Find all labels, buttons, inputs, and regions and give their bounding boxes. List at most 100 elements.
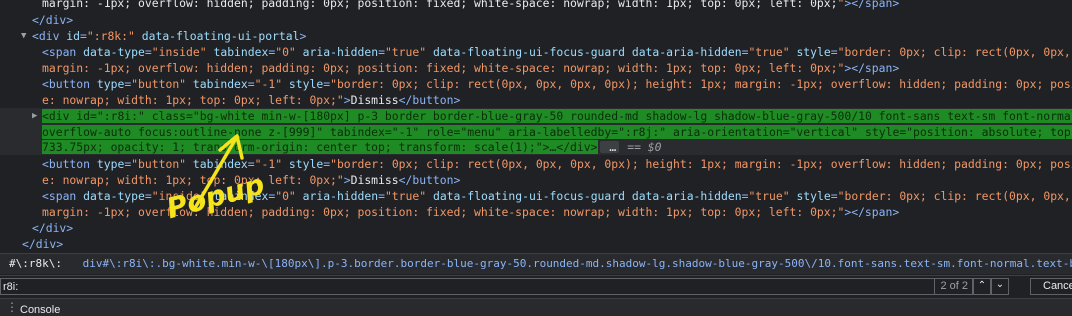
dom-line[interactable]: margin: -1px; overflow: hidden; padding:… (0, 0, 1072, 11)
dom-line-text: <div id=":r8k:" data-floating-ui-portal> (32, 29, 306, 43)
code-token: ":r8k:" (86, 29, 135, 43)
code-token: "0" (275, 189, 296, 203)
code-token: "true" (384, 45, 427, 59)
code-token: "true" (384, 189, 427, 203)
dom-line[interactable]: </div> (0, 220, 1072, 236)
chevron-down-icon: ⌄ (995, 279, 1005, 290)
dom-line-text: <button type="button" tabindex="-1" styl… (42, 77, 1072, 91)
code-token: tabindex (206, 189, 269, 203)
code-token: = (80, 29, 87, 43)
code-token: = (378, 45, 385, 59)
code-token: = (830, 189, 838, 203)
code-token: ":r8i:" (96, 109, 145, 123)
code-token: 733.75px; opacity: 1; transform-origin: … (42, 140, 543, 154)
dom-line[interactable]: e: nowrap; width: 1px; top: 0px; left: 0… (0, 92, 1072, 108)
dom-line[interactable]: e: nowrap; width: 1px; top: 0px; left: 0… (0, 172, 1072, 188)
code-token: = (144, 45, 152, 59)
breadcrumb-item-selected-div[interactable]: div#\:r8i\:.bg-white.min-w-\[180px\].p-3… (83, 257, 1072, 270)
dom-line[interactable]: </div> (0, 236, 1072, 252)
code-token: = (384, 125, 392, 139)
code-token: e: nowrap; width: 1px; top: 0px; left: 0… (42, 93, 344, 107)
code-token: style (282, 157, 324, 171)
search-prev-button[interactable]: ⌃ (973, 278, 991, 295)
code-token: margin: -1px; overflow: hidden; padding:… (42, 205, 845, 219)
code-token: margin: -1px; overflow: hidden; padding:… (42, 0, 838, 10)
dom-line-text: margin: -1px; overflow: hidden; padding:… (42, 61, 899, 75)
search-match-count: 2 of 2 (935, 278, 973, 295)
dom-line[interactable]: <button type="button" tabindex="-1" styl… (0, 156, 1072, 172)
code-token: "button" (131, 157, 187, 171)
dom-line[interactable]: ▶ <div id=":r8i:" class="bg-white min-w-[… (0, 108, 1072, 124)
code-token: type (96, 157, 125, 171)
collapse-triangle-icon[interactable]: ▶ (32, 108, 37, 124)
dom-line[interactable]: <span data-type="inside" tabindex="0" ar… (0, 188, 1072, 204)
code-token: ></span> (844, 0, 900, 10)
dom-line-text: overflow-auto focus:outline-none z-[999]… (42, 125, 1072, 139)
search-cancel-button[interactable]: Cancel (1030, 278, 1072, 295)
code-token: ></span> (844, 205, 900, 219)
dom-line[interactable]: </div> (0, 12, 1072, 28)
dom-line[interactable]: ▼ <div id=":r8k:" data-floating-ui-portal… (0, 28, 1072, 44)
tab-console[interactable]: Console (20, 304, 60, 316)
code-token: </div> (32, 13, 74, 27)
dom-line[interactable]: margin: -1px; overflow: hidden; padding:… (0, 60, 1072, 76)
code-token: <span (42, 189, 84, 203)
code-token: "bg-white min-w-[180px] p-3 border borde… (192, 109, 1072, 123)
search-bar: r8i: 2 of 2 ⌃ ⌄ Cancel (0, 275, 1072, 298)
code-token: "true" (748, 45, 790, 59)
code-token: tabindex (186, 157, 248, 171)
chevron-up-icon: ⌃ (977, 280, 987, 291)
code-token: </button> (398, 173, 461, 187)
code-token: style (789, 45, 831, 59)
code-token: "menu" (460, 125, 502, 139)
dom-line[interactable]: overflow-auto focus:outline-none z-[999]… (0, 124, 1072, 140)
code-token: = (186, 109, 193, 123)
code-token: = (90, 109, 97, 123)
code-token: ></span> (844, 61, 900, 75)
code-token: Dismiss (350, 93, 399, 107)
code-token: ":r8j:" (618, 125, 667, 139)
code-token: </div> (22, 237, 64, 251)
ellipsis-button[interactable]: … (599, 141, 620, 153)
dom-line[interactable]: margin: -1px; overflow: hidden; padding:… (0, 204, 1072, 220)
code-token: e: nowrap; width: 1px; top: 0px; left: 0… (42, 173, 344, 187)
code-token: = (247, 157, 255, 171)
dom-line-text: <div id=":r8i:" class="bg-white min-w-[1… (42, 109, 1072, 123)
code-token: "inside" (151, 189, 207, 203)
dom-line-text: margin: -1px; overflow: hidden; padding:… (42, 205, 899, 219)
code-token: <div (32, 29, 67, 43)
code-token: data-floating-ui-focus-guard data-aria-h… (426, 189, 742, 203)
dom-line[interactable]: <button type="button" tabindex="-1" styl… (0, 76, 1072, 92)
search-input[interactable]: r8i: (0, 278, 935, 295)
code-token: = (144, 189, 152, 203)
code-token: role (419, 125, 454, 139)
code-token: aria-hidden (295, 45, 379, 59)
code-token: style (858, 125, 900, 139)
code-token: id (66, 29, 81, 43)
dom-line-text: <span data-type="inside" tabindex="0" ar… (42, 189, 1072, 203)
dom-line[interactable]: 733.75px; opacity: 1; transform-origin: … (0, 139, 1072, 155)
code-token: > (343, 173, 351, 187)
code-token: tabindex (206, 45, 269, 59)
code-token: "true" (748, 189, 790, 203)
dom-line-text: margin: -1px; overflow: hidden; padding:… (42, 0, 899, 10)
breadcrumb-item-portal[interactable]: #\:r8k\: (9, 257, 62, 270)
code-token: "-1" (391, 125, 420, 139)
code-token: id (76, 109, 91, 123)
code-token: aria-hidden (295, 189, 379, 203)
search-next-button[interactable]: ⌄ (991, 278, 1009, 295)
code-token: "border: 0px; clip: rect(0px, 0px, 0px, … (330, 157, 1072, 171)
code-token: "border: 0px; clip: rect(0px, 0px, 0px, … (330, 77, 1072, 91)
code-token: Dismiss (350, 173, 399, 187)
code-token: margin: -1px; overflow: hidden; padding:… (42, 61, 845, 75)
dom-line[interactable]: <span data-type="inside" tabindex="0" ar… (0, 44, 1072, 60)
expand-triangle-icon[interactable]: ▼ (21, 28, 26, 44)
kebab-menu-icon[interactable]: ⋮ (6, 300, 18, 314)
breadcrumb: #\:r8k\: div#\:r8i\:.bg-white.min-w-\[18… (0, 253, 1072, 274)
code-token: </button> (398, 93, 461, 107)
dom-line-text: </div> (32, 221, 73, 235)
code-token: "0" (275, 45, 296, 59)
code-token: class (144, 109, 187, 123)
dom-line-text: <span data-type="inside" tabindex="0" ar… (42, 45, 1072, 59)
code-token: <span (42, 45, 84, 59)
